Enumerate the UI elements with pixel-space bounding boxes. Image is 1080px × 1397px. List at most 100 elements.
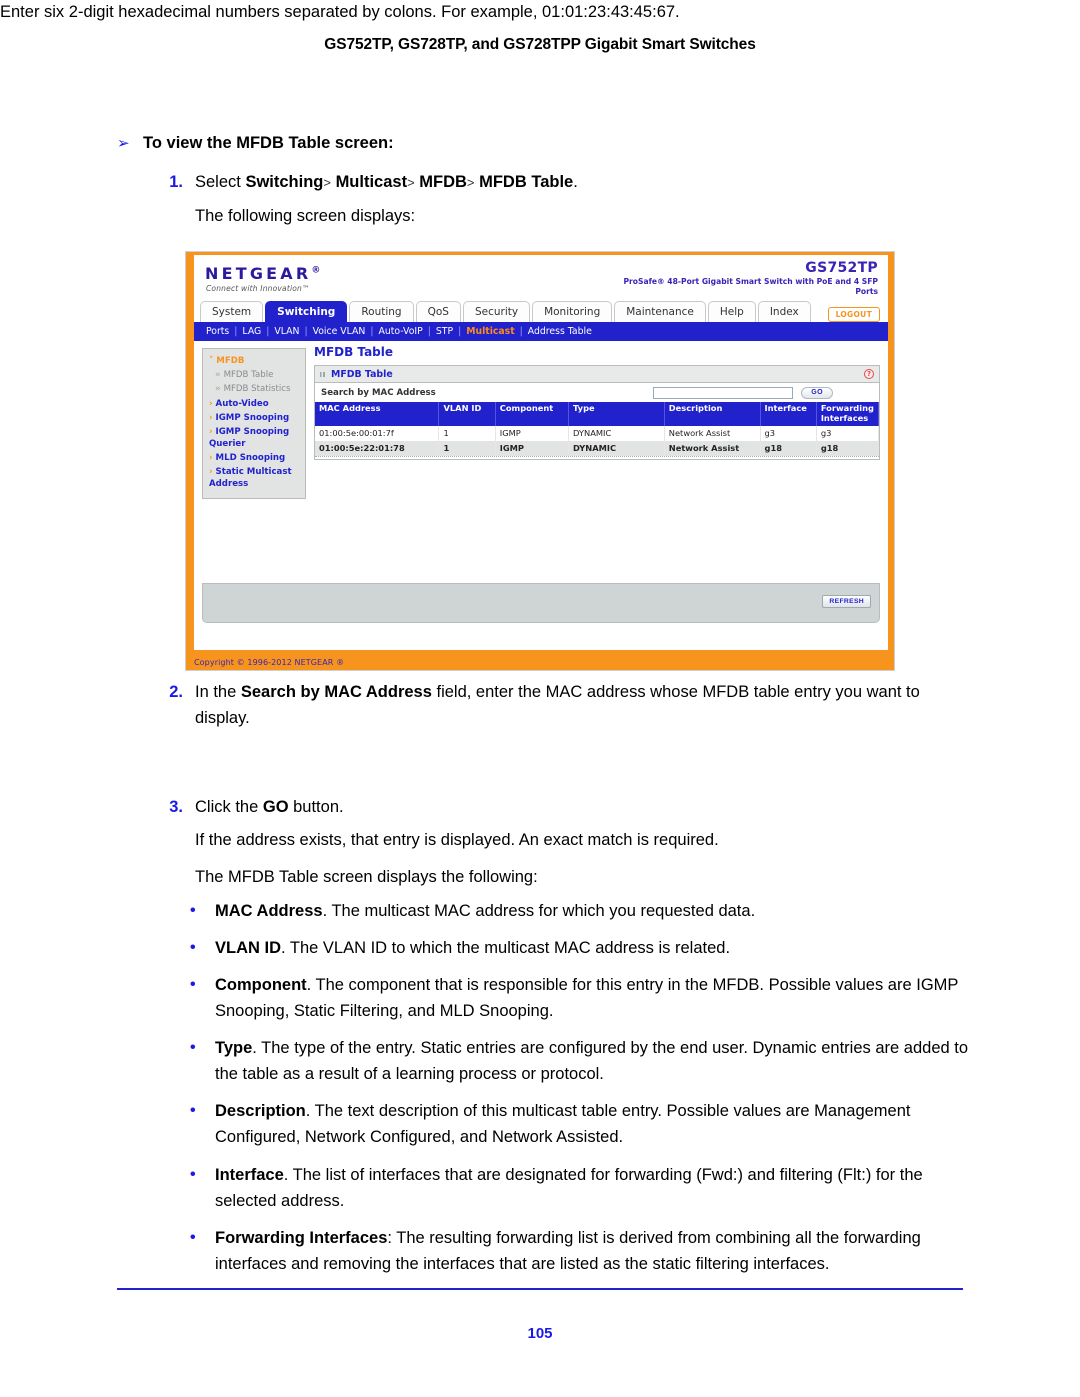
sidebar-item-label: IGMP Snooping Querier — [209, 427, 290, 449]
refresh-button[interactable]: REFRESH — [822, 595, 871, 608]
column-header-component[interactable]: Component — [495, 402, 570, 426]
step-2-field-name: Search by MAC Address — [240, 683, 432, 701]
subnav-item-auto-voip[interactable]: Auto-VoIP — [378, 326, 422, 337]
table-body: 01:00:5e:00:01:7f 1 IGMP DYNAMIC Network Ass… — [315, 425, 880, 456]
sidebar-marker-icon: › — [209, 452, 213, 463]
sub-nav-bar: Ports | LAG | VLAN | Voice VLAN | Auto-VoIP | STP |… — [194, 322, 888, 341]
sidebar-item-mld-snooping[interactable]: › MLD Snooping — [207, 451, 301, 465]
subnav-item-ports[interactable]: Ports — [206, 326, 229, 337]
table-cell: g18 — [760, 440, 817, 456]
sidebar-item-label: MFDB Table — [223, 369, 274, 380]
action-bar: REFRESH — [202, 583, 880, 623]
table-header-row: MAC Address VLAN ID Component Type Descripti… — [315, 402, 880, 426]
mfdb-table-panel: MFDB Table ? Search by MAC Address GO MA… — [314, 365, 880, 460]
bullet-icon: • — [190, 902, 196, 919]
subnav-item-address-table[interactable]: Address Table — [528, 326, 592, 337]
step-3-text: Click the GO button. — [195, 795, 955, 821]
sidebar-item-label: IGMP Snooping — [215, 412, 290, 423]
registered-mark: ® — [311, 265, 321, 276]
column-header-type[interactable]: Type — [568, 402, 665, 426]
column-header-vlan-id[interactable]: VLAN ID — [438, 402, 496, 426]
sidebar-item-label: Auto-Video — [215, 398, 269, 409]
sidebar-item-label: Static Multicast Address — [209, 467, 292, 489]
table-row[interactable]: 01:00:5e:22:01:78 1 IGMP DYNAMIC Network Ass… — [315, 440, 880, 456]
go-button[interactable]: GO — [801, 386, 833, 399]
nav-sep-2: > — [407, 175, 415, 190]
table-cell: Network Assist — [664, 440, 761, 456]
step-1-subtext: The following screen displays: — [195, 207, 416, 225]
tab-maintenance[interactable]: Maintenance — [614, 301, 706, 322]
sidebar-item-mfdb-statistics[interactable]: » MFDB Statistics — [207, 383, 301, 397]
subnav-separator: | — [519, 326, 523, 337]
tab-index[interactable]: Index — [757, 301, 811, 322]
tab-qos[interactable]: QoS — [415, 301, 461, 322]
subnav-item-stp[interactable]: STP — [436, 326, 453, 337]
table-cell: 01:00:5e:00:01:7f — [315, 425, 440, 441]
list-item-term: Component — [215, 976, 307, 995]
column-header-forwarding-interfaces[interactable]: Forwarding Interfaces — [816, 402, 880, 426]
step-2-number: 2. — [169, 683, 183, 701]
list-item-description: The text description of this multicast t… — [215, 1102, 911, 1147]
tab-help[interactable]: Help — [707, 301, 756, 322]
model-name: GS752TP — [805, 260, 878, 276]
bullet-icon: • — [190, 976, 196, 994]
main-tab-bar: System Switching Routing QoS Security Monitor… — [200, 300, 882, 322]
copyright-text: Copyright © 1996-2012 NETGEAR ® — [194, 658, 345, 667]
tab-system[interactable]: System — [200, 301, 264, 322]
list-item-term: Type — [215, 1039, 253, 1058]
procedure-heading: ➢ To view the MFDB Table screen: — [117, 134, 917, 153]
sidebar-item-igmp-snooping[interactable]: › IGMP Snooping — [207, 411, 301, 425]
footer-rule — [117, 1288, 963, 1290]
tab-security[interactable]: Security — [462, 301, 531, 322]
procedure-arrow-icon: ➢ — [117, 135, 130, 152]
table-row[interactable]: 01:00:5e:00:01:7f 1 IGMP DYNAMIC Network Ass… — [315, 425, 880, 441]
list-item-term: Interface — [215, 1165, 284, 1184]
search-mac-input[interactable] — [653, 386, 794, 399]
column-header-mac-address[interactable]: MAC Address — [315, 402, 440, 426]
sidebar-menu: ˅ MFDB» MFDB Table» MFDB Statistics › Auto-Vi… — [202, 348, 306, 500]
subnav-separator: | — [304, 326, 308, 337]
panel-header-title: MFDB Table — [331, 369, 393, 380]
help-icon[interactable]: ? — [864, 369, 874, 379]
step-1-text: Select Switching> Multicast> MFDB> MFDB … — [195, 170, 955, 196]
sidebar-item-igmp-snooping-querier[interactable]: › IGMP Snooping Querier — [207, 426, 301, 452]
column-header-interface[interactable]: Interface — [760, 402, 817, 426]
subnav-separator: | — [427, 326, 431, 337]
drag-handle-icon[interactable] — [320, 372, 325, 377]
subnav-item-vlan[interactable]: VLAN — [274, 326, 299, 337]
sidebar-item-mfdb[interactable]: ˅ MFDB — [207, 354, 301, 368]
list-item-separator: . — [305, 1102, 315, 1121]
tab-switching[interactable]: Switching — [265, 301, 348, 322]
table-cell: Network Assist — [664, 425, 761, 441]
subnav-item-lag[interactable]: LAG — [242, 326, 261, 337]
sidebar-marker-icon: › — [209, 427, 213, 438]
subnav-item-multicast[interactable]: Multicast — [466, 326, 514, 337]
content-area: ˅ MFDB» MFDB Table» MFDB Statistics › Auto-Vi… — [194, 341, 888, 629]
step-3: 3. Click the GO button. — [155, 795, 955, 821]
sidebar-item-label: MFDB — [216, 355, 245, 366]
sidebar-item-label: MFDB Statistics — [223, 384, 291, 395]
netgear-logo: NETGEAR® — [205, 264, 320, 283]
brand-bar: NETGEAR® Connect with Innovation™ GS752T… — [194, 255, 888, 300]
running-head: GS752TP, GS728TP, and GS728TPP Gigabit S… — [324, 36, 756, 53]
page-number: 105 — [527, 1325, 553, 1342]
field-definition-list: • MAC Address. The multicast MAC address … — [180, 898, 970, 1288]
sidebar-item-mfdb-table[interactable]: » MFDB Table — [207, 368, 301, 382]
list-item-separator: . — [306, 976, 316, 995]
search-label: Search by MAC Address — [321, 387, 436, 398]
subnav-item-voice-vlan[interactable]: Voice VLAN — [313, 326, 366, 337]
list-item: • MAC Address. The multicast MAC address … — [180, 898, 970, 924]
tab-routing[interactable]: Routing — [349, 301, 414, 322]
embedded-screenshot: NETGEAR® Connect with Innovation™ GS752T… — [185, 251, 895, 671]
tab-monitoring[interactable]: Monitoring — [532, 301, 613, 322]
sidebar-item-static-multicast-address[interactable]: › Static Multicast Address — [207, 466, 301, 492]
brand-tagline: Connect with Innovation™ — [206, 284, 310, 293]
sidebar-item-auto-video[interactable]: › Auto-Video — [207, 397, 301, 411]
list-item: • Component. The component that is respon… — [180, 972, 970, 1024]
column-header-description[interactable]: Description — [664, 402, 761, 426]
logout-button[interactable]: LOGOUT — [827, 307, 880, 322]
step-2-paragraph-2: Enter six 2-digit hexadecimal numbers se… — [0, 3, 680, 21]
list-item: • Interface. The list of interfaces that … — [180, 1162, 970, 1214]
step-3-number: 3. — [169, 798, 183, 816]
table-cell: DYNAMIC — [568, 425, 665, 441]
